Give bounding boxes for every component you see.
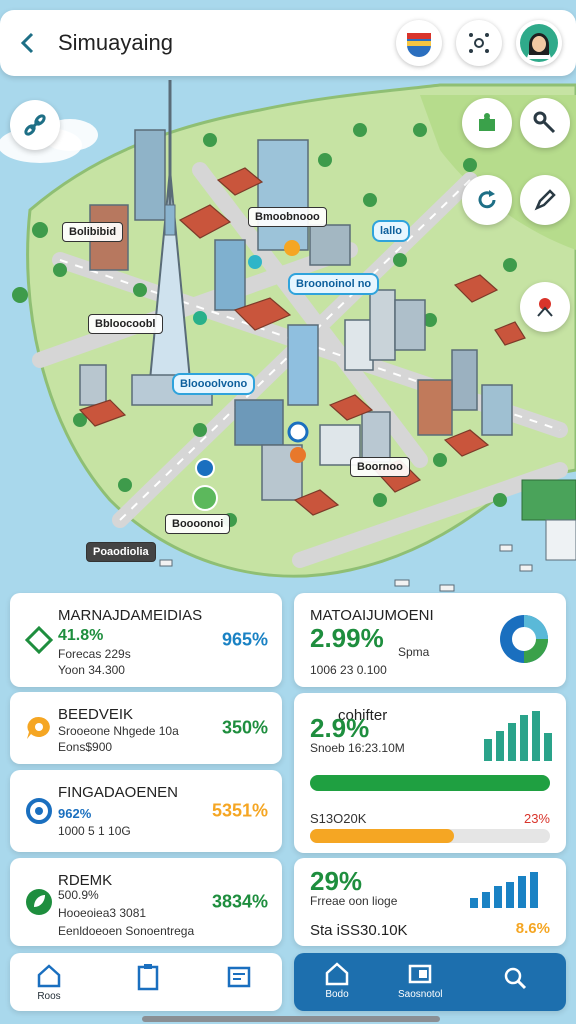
avatar-icon xyxy=(520,24,558,62)
card-big-value: 2.99% xyxy=(310,623,384,653)
card-title: RDEMK xyxy=(58,872,113,889)
flag-badge-icon xyxy=(407,33,431,57)
card-detail: Snoeb 16:23.10M xyxy=(310,741,405,755)
nav-label: Bodo xyxy=(325,989,349,1000)
card-detail: Eons$900 xyxy=(58,740,113,754)
bottom-nav-right: Bodo Saosnotol xyxy=(294,953,566,1011)
map-label[interactable]: Poaodiolia xyxy=(86,542,156,562)
location-button[interactable] xyxy=(520,282,570,332)
map-label[interactable]: Broonoinol no xyxy=(288,273,380,295)
map-label[interactable]: Bbloocoobl xyxy=(88,314,163,334)
app-header: Simuayaing xyxy=(0,10,576,76)
nav-home-alt[interactable]: Bodo xyxy=(324,961,350,1000)
card-detail: 1006 23 0.100 xyxy=(310,663,387,677)
link-button[interactable] xyxy=(10,100,60,150)
map-label[interactable]: Boooonoi xyxy=(165,514,231,534)
summary-card[interactable]: cohifter 2.9% Snoeb 16:23.10M S13O20K 23… xyxy=(294,693,566,853)
card-title: MATOAIJUMOENI xyxy=(310,607,434,624)
card-value: 41.8% xyxy=(58,627,104,644)
edit-icon xyxy=(534,189,556,211)
home-icon xyxy=(325,962,349,986)
refresh-button[interactable] xyxy=(462,175,512,225)
settings-button[interactable] xyxy=(456,20,502,66)
card-detail: Eenldoeoen Sonoentrega xyxy=(58,924,195,938)
refresh-icon xyxy=(478,190,496,209)
card-title: MARNAJDAMEIDIAS xyxy=(58,607,203,624)
card-detail: Yoon 34.300 xyxy=(58,663,125,677)
map-label[interactable]: lallo xyxy=(372,220,411,242)
page-title: Simuayaing xyxy=(58,30,173,55)
puzzle-button[interactable] xyxy=(462,98,512,148)
card-percent: 965% xyxy=(221,629,268,650)
nav-label: Saosnotol xyxy=(398,989,443,1000)
map-label[interactable]: Boornoo xyxy=(350,457,410,477)
nav-home[interactable]: Roos xyxy=(36,963,62,1002)
report-icon xyxy=(227,966,251,988)
stat-card[interactable]: MARNAJDAMEIDIAS 41.8% Forecas 229s Yoon … xyxy=(10,593,282,687)
card-big-value: 2.9% xyxy=(310,713,370,743)
card-percent: 5351% xyxy=(211,800,268,821)
card-detail: Hooeoiea3 3081 xyxy=(58,906,147,920)
user-avatar[interactable] xyxy=(516,20,562,66)
stat-card[interactable]: RDEMK 500.9% Hooeoiea3 3081 Eenldoeoen S… xyxy=(10,858,282,946)
diamond-icon xyxy=(24,625,54,655)
card-title: BEEDVEIK xyxy=(58,706,134,723)
location-pin-icon xyxy=(537,298,553,317)
bar-chart-icon xyxy=(484,711,552,761)
orange-progress-fill xyxy=(310,829,454,843)
nav-report[interactable] xyxy=(226,963,252,989)
map-label[interactable]: Bloooolvono xyxy=(172,373,256,395)
card-detail: Srooeone Nhgede 10a xyxy=(58,724,179,738)
edit-button[interactable] xyxy=(520,175,570,225)
card-big-value: 29% xyxy=(310,866,363,896)
orange-progress-track xyxy=(310,829,550,843)
card-footer: Sta iSS30.10K xyxy=(310,922,408,939)
progress-percent: 23% xyxy=(523,811,550,826)
map-label[interactable]: Bmoobnooo xyxy=(248,207,327,227)
nav-search[interactable] xyxy=(502,965,528,991)
clipboard-icon xyxy=(137,964,159,991)
link-icon xyxy=(24,114,46,136)
card-detail: Forecas 229s xyxy=(58,647,131,661)
flag-button[interactable] xyxy=(396,20,442,66)
wrench-icon xyxy=(533,111,556,134)
home-indicator[interactable] xyxy=(142,1016,440,1022)
map-canvas xyxy=(0,0,576,610)
card-detail: Frreae oon lioge xyxy=(310,894,398,908)
wrench-button[interactable] xyxy=(520,98,570,148)
back-button[interactable] xyxy=(8,23,48,63)
bottom-nav-left: Roos xyxy=(10,953,282,1011)
card-title: FINGADAOENEN xyxy=(58,784,179,801)
ring-icon xyxy=(26,798,52,824)
summary-card[interactable]: MATOAIJUMOENI 2.99% Spma 1006 23 0.100 xyxy=(294,593,566,687)
card-percent: 3834% xyxy=(211,891,268,912)
card-detail: Spma xyxy=(398,645,430,659)
folder-icon xyxy=(408,964,432,984)
search-icon xyxy=(504,967,527,990)
card-detail: 500.9% xyxy=(58,888,99,902)
green-progress-track xyxy=(310,775,550,791)
settings-dots-icon xyxy=(469,33,489,53)
green-progress-fill xyxy=(310,775,550,791)
progress-label: S13O20K xyxy=(310,811,367,826)
stat-card[interactable]: FINGADAOENEN 962% 1000 5 1 10G 5351% xyxy=(10,770,282,852)
leaf-icon xyxy=(26,889,52,915)
card-value: 962% xyxy=(58,806,92,821)
chat-bubble-icon xyxy=(27,716,50,739)
city-map[interactable]: Bolibibid Bmoobnooo lallo Broonoinol no … xyxy=(0,0,576,610)
stat-card[interactable]: BEEDVEIK Srooeone Nhgede 10a Eons$900 35… xyxy=(10,692,282,764)
chevron-left-icon xyxy=(20,32,34,54)
card-footer-percent: 8.6% xyxy=(515,920,550,937)
card-detail: 1000 5 1 10G xyxy=(58,824,131,838)
nav-folder[interactable]: Saosnotol xyxy=(398,961,442,1000)
bar-chart-icon xyxy=(470,872,538,908)
summary-card[interactable]: 29% Frreae oon lioge Sta iSS30.10K 8.6% xyxy=(294,858,566,946)
map-label[interactable]: Bolibibid xyxy=(62,222,124,242)
pie-chart-icon xyxy=(500,615,548,663)
nav-label: Roos xyxy=(37,991,61,1002)
nav-clipboard[interactable] xyxy=(136,963,160,991)
card-percent: 350% xyxy=(221,717,268,738)
home-icon xyxy=(37,964,61,988)
puzzle-icon xyxy=(479,113,495,131)
